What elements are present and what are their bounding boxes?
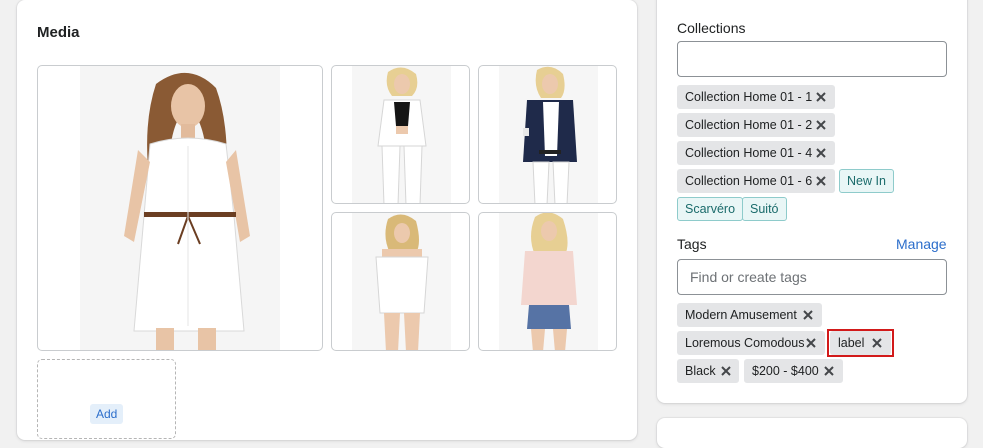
remove-icon[interactable] [719, 364, 733, 378]
collection-chip-new-in[interactable]: New In [839, 169, 894, 193]
tag-chip: $200 - $400 [744, 359, 843, 383]
collection-chip-label: Collection Home 01 - 1 [685, 90, 813, 104]
media-title: Media [37, 24, 80, 41]
tag-chip-label: label [838, 336, 865, 350]
remove-icon[interactable] [870, 336, 884, 350]
collections-input[interactable] [677, 41, 947, 77]
remove-icon[interactable] [814, 118, 828, 132]
manage-tags-link[interactable]: Manage [896, 236, 947, 252]
remove-icon[interactable] [822, 364, 836, 378]
collection-chip-scarvero[interactable]: Scarvéro [677, 197, 744, 221]
media-add-dropzone[interactable]: Add [37, 359, 176, 439]
media-card: Media Add [17, 0, 637, 440]
tag-chip: Loremous Comodous [677, 331, 825, 355]
tag-chip-label-highlighted: label [830, 331, 891, 355]
media-image-5[interactable] [478, 212, 617, 351]
collection-chip: Collection Home 01 - 1 [677, 85, 835, 109]
tags-search-input[interactable] [677, 259, 947, 295]
remove-icon[interactable] [814, 174, 828, 188]
collection-chip: Collection Home 01 - 2 [677, 113, 835, 137]
remove-icon[interactable] [804, 336, 818, 350]
media-image-4[interactable] [331, 212, 470, 351]
tags-label: Tags [677, 236, 707, 252]
collection-chip-label: Collection Home 01 - 2 [685, 118, 813, 132]
tag-chip-label: $200 - $400 [752, 364, 819, 378]
remove-icon[interactable] [814, 90, 828, 104]
media-image-main[interactable] [37, 65, 323, 351]
collections-label: Collections [677, 20, 746, 36]
collection-chip-label: Collection Home 01 - 4 [685, 146, 813, 160]
collection-chip: Collection Home 01 - 6 [677, 169, 835, 193]
collection-chip: Collection Home 01 - 4 [677, 141, 835, 165]
remove-icon[interactable] [814, 146, 828, 160]
collection-chip-suito[interactable]: Suitó [742, 197, 787, 221]
tag-chip: Black [677, 359, 739, 383]
media-image-3[interactable] [478, 65, 617, 204]
tag-chip-label: Loremous Comodous [685, 336, 805, 350]
next-card [657, 418, 967, 448]
media-image-2[interactable] [331, 65, 470, 204]
remove-icon[interactable] [801, 308, 815, 322]
collection-chip-label: Collection Home 01 - 6 [685, 174, 813, 188]
tag-chip-label: Black [685, 364, 716, 378]
tag-chip: Modern Amusement [677, 303, 822, 327]
add-media-button[interactable]: Add [90, 404, 124, 424]
tag-chip-label: Modern Amusement [685, 308, 797, 322]
